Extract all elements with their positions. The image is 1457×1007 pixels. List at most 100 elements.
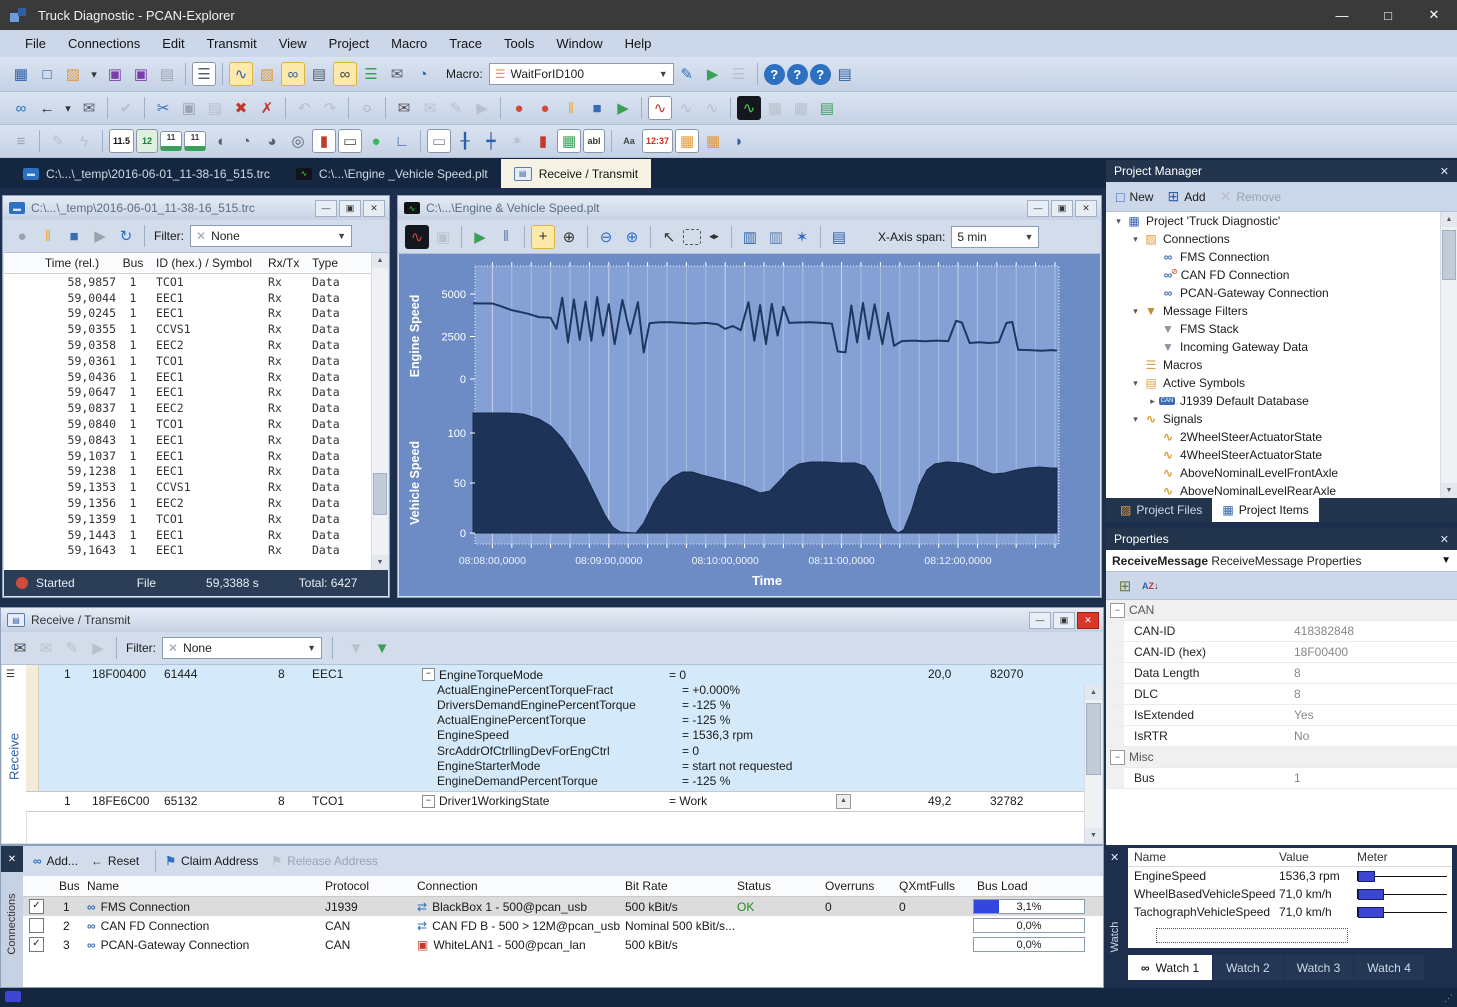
collapse-icon[interactable]: − xyxy=(422,795,435,808)
plot-chart-area[interactable]: 02500500005010008:08:00,000008:09:00,000… xyxy=(399,254,1100,596)
property-row[interactable]: CAN-ID418382848 xyxy=(1106,621,1457,642)
pause-send-icon[interactable]: ▶ xyxy=(470,96,494,120)
stop-icon[interactable]: ■ xyxy=(585,96,609,120)
sort-alphabetical-icon[interactable]: AZ↓ xyxy=(1139,574,1162,598)
property-row[interactable]: DLC8 xyxy=(1106,684,1457,705)
column-header[interactable]: Bus xyxy=(116,256,150,270)
save-all-icon[interactable]: ▣ xyxy=(129,62,153,86)
vscale-icon[interactable]: ▮ xyxy=(312,129,336,153)
document-tab[interactable]: ▬C:\...\_temp\2016-06-01_11-38-16_515.tr… xyxy=(10,159,283,188)
trace-window-titlebar[interactable]: ▬ C:\...\_temp\2016-06-01_11-38-16_515.t… xyxy=(3,196,389,220)
trace-filter-combobox[interactable]: ✕None▼ xyxy=(190,225,352,247)
edit-macro-icon[interactable]: ✎ xyxy=(675,62,699,86)
plot-record-icon[interactable]: ∿ xyxy=(405,225,429,249)
property-row[interactable]: CAN-ID (hex)18F00400 xyxy=(1106,642,1457,663)
trace-row[interactable]: 59,16431EEC1RxData xyxy=(4,543,388,559)
colorbar-icon[interactable]: ▮ xyxy=(531,129,555,153)
new-file-icon[interactable]: □ xyxy=(35,62,59,86)
redo-icon[interactable]: ↷ xyxy=(318,96,342,120)
column-header[interactable]: Bit Rate xyxy=(625,876,668,895)
numeric-display-icon[interactable]: 11.5 xyxy=(109,129,134,153)
plot-maximize-button[interactable]: ▣ xyxy=(1051,200,1073,217)
project-manager-close-icon[interactable]: ✕ xyxy=(1440,165,1449,178)
glow-icon[interactable]: ✶ xyxy=(505,129,529,153)
pictures-icon[interactable]: ▦ xyxy=(701,129,725,153)
macro-combobox[interactable]: ☰WaitForID100▼ xyxy=(489,63,674,85)
connection-row[interactable]: ✓3∞PCAN-Gateway ConnectionCAN▣WhiteLAN1 … xyxy=(23,935,1103,954)
hslider-icon[interactable]: ┿ xyxy=(479,129,503,153)
close-button[interactable]: ✕ xyxy=(1411,0,1457,30)
tree-item[interactable]: ∞⊘CAN FD Connection xyxy=(1106,266,1457,284)
tree-item[interactable]: ▼Incoming Gateway Data xyxy=(1106,338,1457,356)
trace-row[interactable]: 59,08401TCO1RxData xyxy=(4,416,388,432)
column-header[interactable]: Type xyxy=(312,256,358,270)
column-header[interactable]: Connection xyxy=(417,876,478,895)
watch-row[interactable]: TachographVehicleSpeed71,0 km/h xyxy=(1128,903,1452,921)
stop-macro-icon[interactable]: ☰ xyxy=(727,62,751,86)
tab-watch-4[interactable]: Watch 4 xyxy=(1354,955,1425,980)
resize-grip[interactable]: ⋰ xyxy=(1444,993,1454,1004)
panel-edit-icon[interactable]: ✎ xyxy=(46,129,70,153)
collapse-icon[interactable]: − xyxy=(1110,750,1125,765)
trace-row[interactable]: 59,13531CCVS1RxData xyxy=(4,479,388,495)
column-header[interactable]: Bus Load xyxy=(977,876,1028,895)
scroll-up-icon[interactable]: ▲ xyxy=(1085,685,1102,700)
connect-add-icon[interactable]: ∞ xyxy=(9,96,33,120)
tree-item[interactable]: ∿AboveNominalLevelFrontAxle xyxy=(1106,464,1457,482)
find-icon[interactable]: ○ xyxy=(355,96,379,120)
trace-row[interactable]: 59,08371EEC2RxData xyxy=(4,400,388,416)
meter-half-icon[interactable]: ◖ xyxy=(208,129,232,153)
checkbox[interactable]: ✓ xyxy=(29,897,44,916)
clock-display-icon[interactable]: 12:37 xyxy=(642,129,673,153)
zoom-mode-icon[interactable]: ⊕ xyxy=(557,225,581,249)
select-region-icon[interactable] xyxy=(683,229,701,245)
connection-row[interactable]: ✓1∞FMS ConnectionJ1939⇄BlackBox 1 - 500@… xyxy=(23,897,1103,916)
column-header[interactable]: ID (hex.) / Symbol xyxy=(150,256,268,270)
copy-icon[interactable]: ▣ xyxy=(177,96,201,120)
trace-close-button[interactable]: ✕ xyxy=(363,200,385,217)
led-icon[interactable]: ● xyxy=(364,129,388,153)
tree-expander-icon[interactable]: ▾ xyxy=(1129,378,1142,389)
plot-new-icon[interactable]: ∿ xyxy=(648,96,672,120)
chevron-down-icon[interactable]: ▼ xyxy=(1441,555,1451,566)
export-data-icon[interactable]: ▥ xyxy=(738,225,762,249)
property-category-row[interactable]: −CAN xyxy=(1106,600,1457,621)
trace-row[interactable]: 59,13561EEC2RxData xyxy=(4,495,388,511)
checkbox[interactable]: ✓ xyxy=(29,935,44,954)
tree-item[interactable]: ∞FMS Connection xyxy=(1106,248,1457,266)
vbar-display-icon[interactable]: 11 xyxy=(160,131,182,151)
menu-transmit[interactable]: Transmit xyxy=(196,36,268,51)
tag-message-icon[interactable]: ✎ xyxy=(444,96,468,120)
apply-icon[interactable]: ✔ xyxy=(114,96,138,120)
window-watch-icon[interactable]: ∞ xyxy=(333,62,357,86)
trace-minimize-button[interactable]: — xyxy=(315,200,337,217)
plot-dark-icon[interactable]: ∿ xyxy=(737,96,761,120)
trace-record-icon[interactable]: ● xyxy=(10,224,34,248)
help-contents-icon[interactable]: ? xyxy=(787,64,808,85)
trace-row[interactable]: 59,03551CCVS1RxData xyxy=(4,321,388,337)
connection-row[interactable]: 2∞CAN FD ConnectionCAN⇄CAN FD B - 500 > … xyxy=(23,916,1103,935)
menu-connections[interactable]: Connections xyxy=(57,36,151,51)
minimize-button[interactable]: — xyxy=(1319,0,1365,30)
lcd-display-icon[interactable]: 12 xyxy=(136,129,158,153)
meter-round-icon[interactable]: ◕ xyxy=(260,129,284,153)
chevron-down-icon[interactable]: ▼ xyxy=(334,231,349,241)
claim-address-button[interactable]: ⚑Claim Address xyxy=(163,854,267,868)
project-tree-scrollbar[interactable]: ▲ ▼ xyxy=(1440,212,1457,498)
plot-minimize-button[interactable]: — xyxy=(1027,200,1049,217)
receive-minimize-button[interactable]: — xyxy=(1029,612,1051,629)
scheduled-message-icon[interactable]: ✉ xyxy=(77,96,101,120)
plot-settings-icon[interactable]: ✶ xyxy=(790,225,814,249)
watch-row[interactable]: WheelBasedVehicleSpeed71,0 km/h xyxy=(1128,885,1452,903)
add--button[interactable]: ∞Add... xyxy=(31,854,87,868)
tab-watch-3[interactable]: Watch 3 xyxy=(1284,955,1355,980)
panel-list-icon[interactable]: ≡ xyxy=(9,129,33,153)
column-header[interactable]: Meter xyxy=(1357,850,1388,864)
collapse-icon[interactable]: − xyxy=(422,668,435,681)
menu-tools[interactable]: Tools xyxy=(493,36,545,51)
menu-edit[interactable]: Edit xyxy=(151,36,195,51)
zoom-in-icon[interactable]: ⊕ xyxy=(620,225,644,249)
window-connections-icon[interactable]: ∞ xyxy=(281,62,305,86)
column-header[interactable]: Overruns xyxy=(825,876,874,895)
trace-row[interactable]: 59,04361EEC1RxData xyxy=(4,369,388,385)
